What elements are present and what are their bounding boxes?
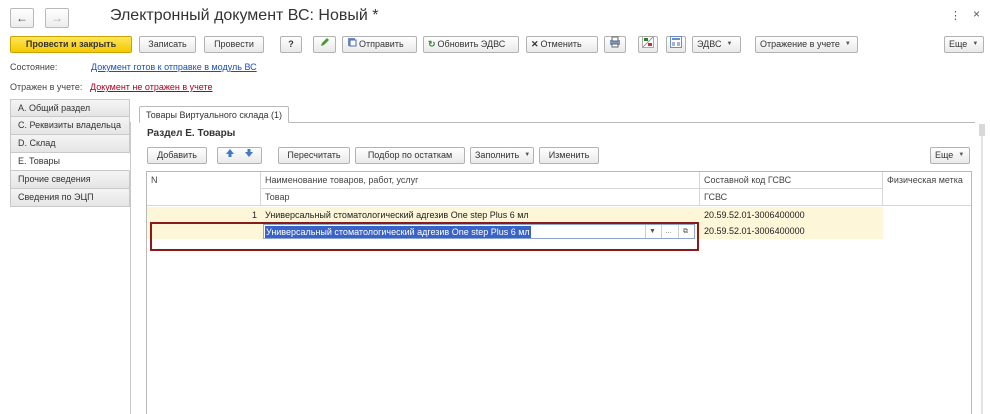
- column-header-gsvs[interactable]: ГСВС: [700, 189, 883, 206]
- refresh-icon: ↻: [428, 39, 436, 49]
- more-button[interactable]: Еще ▼: [944, 36, 984, 53]
- scrollbar[interactable]: [975, 122, 990, 414]
- forward-button[interactable]: →: [45, 8, 69, 28]
- help-button[interactable]: ?: [280, 36, 302, 53]
- page-title: Электронный документ ВС: Новый *: [110, 7, 379, 24]
- printer-icon: [609, 36, 621, 53]
- more-menu-icon[interactable]: ⋮: [950, 9, 961, 22]
- dt-kt-button[interactable]: [638, 36, 658, 53]
- section-item-warehouse[interactable]: D. Склад: [10, 135, 130, 153]
- row-code[interactable]: 20.59.52.01-3006400000: [700, 207, 883, 224]
- arrow-right-icon: →: [51, 11, 63, 25]
- add-button[interactable]: Добавить: [147, 147, 207, 164]
- state-link[interactable]: Документ готов к отправке в модуль ВС: [91, 62, 257, 72]
- close-icon[interactable]: ×: [973, 7, 980, 21]
- structure-button[interactable]: [666, 36, 686, 53]
- dt-kt-icon: [642, 36, 654, 53]
- back-button[interactable]: ←: [10, 8, 34, 28]
- arrow-down-icon[interactable]: [244, 148, 254, 163]
- pick-by-balance-button[interactable]: Подбор по остаткам: [355, 147, 465, 164]
- refresh-edvs-button[interactable]: ↻ Обновить ЭДВС: [423, 36, 519, 53]
- chevron-down-icon: ▼: [972, 41, 979, 47]
- post-and-close-button[interactable]: Провести и закрыть: [10, 36, 132, 53]
- row-mark[interactable]: [883, 207, 971, 239]
- send-icon: [347, 37, 357, 52]
- chevron-down-icon: ▼: [524, 152, 531, 158]
- column-header-name[interactable]: Наименование товаров, работ, услуг: [261, 172, 700, 189]
- arrow-up-icon[interactable]: [225, 148, 235, 163]
- recalculate-button[interactable]: Пересчитать: [278, 147, 350, 164]
- column-header-product[interactable]: Товар: [261, 189, 700, 206]
- fill-menu-button[interactable]: Заполнить ▼: [470, 147, 534, 164]
- section-item-owner[interactable]: С. Реквизиты владельца: [10, 117, 130, 135]
- change-button[interactable]: Изменить: [539, 147, 599, 164]
- edit-button[interactable]: [313, 36, 336, 53]
- edvs-menu-button[interactable]: ЭДВС ▼: [692, 36, 741, 53]
- column-header-n[interactable]: N: [147, 172, 261, 206]
- goods-table: N Наименование товаров, работ, услуг Тов…: [146, 171, 972, 414]
- reflected-link[interactable]: Документ не отражен в учете: [90, 82, 213, 92]
- state-label: Состояние:: [10, 62, 58, 72]
- row-gsvs[interactable]: 20.59.52.01-3006400000: [700, 223, 883, 240]
- cross-icon: ✕: [531, 39, 539, 49]
- print-button[interactable]: [604, 36, 626, 53]
- arrow-left-icon: ←: [16, 11, 28, 25]
- column-header-code[interactable]: Составной код ГСВС: [700, 172, 883, 189]
- panel-more-button[interactable]: Еще ▼: [930, 147, 970, 164]
- chevron-down-icon: ▼: [726, 41, 733, 47]
- tab-virtual-warehouse-goods[interactable]: Товары Виртуального склада (1): [139, 106, 289, 123]
- save-button[interactable]: Записать: [139, 36, 196, 53]
- sections-nav: А. Общий раздел С. Реквизиты владельца D…: [10, 99, 130, 207]
- section-item-signature[interactable]: Сведения по ЭЦП: [10, 189, 130, 207]
- reflection-menu-button[interactable]: Отражение в учете ▼: [755, 36, 858, 53]
- focus-highlight-frame: [150, 222, 699, 251]
- section-item-general[interactable]: А. Общий раздел: [10, 99, 130, 117]
- move-buttons[interactable]: [217, 147, 262, 164]
- column-header-mark[interactable]: Физическая метка: [883, 172, 971, 206]
- chevron-down-icon: ▼: [958, 152, 965, 158]
- section-item-goods[interactable]: Е. Товары: [10, 153, 130, 171]
- reflected-label: Отражен в учете:: [10, 82, 83, 92]
- section-item-other[interactable]: Прочие сведения: [10, 171, 130, 189]
- section-title: Раздел Е. Товары: [147, 128, 236, 139]
- chevron-down-icon: ▼: [844, 41, 851, 47]
- post-button[interactable]: Провести: [204, 36, 264, 53]
- cancel-button[interactable]: ✕ Отменить: [526, 36, 598, 53]
- structure-icon: [670, 36, 682, 53]
- send-button[interactable]: Отправить: [342, 36, 417, 53]
- pencil-icon: [319, 37, 330, 53]
